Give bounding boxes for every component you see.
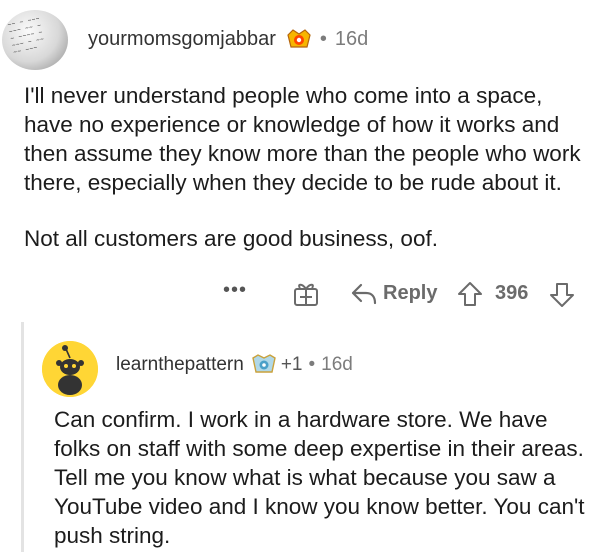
reply-user-avatar[interactable] <box>42 341 98 397</box>
award-count: +1 <box>280 354 303 375</box>
award-badge-icon <box>252 354 276 373</box>
reddit-premium-badge-icon <box>287 29 311 48</box>
upvote-arrow-icon[interactable] <box>457 281 483 307</box>
comment-header: yourmomsgomjabbar • 16d <box>88 27 368 51</box>
comment-paragraph: I'll never understand people who come in… <box>24 83 581 195</box>
timestamp: 16d <box>334 27 369 50</box>
vote-score: 396 <box>495 282 529 304</box>
comment-paragraph: Not all customers are good business, oof… <box>24 226 438 251</box>
avatar-artwork: ~~ ~ ~~~ ~~~ ~~ ~ ~ ~~~~ ~ ~~~ ~ ~~ ~~ ~~~ <box>6 14 45 57</box>
reply-paragraph: Can confirm. I work in a hardware store.… <box>54 407 585 548</box>
reply-username[interactable]: learnthepattern <box>116 354 244 376</box>
reply-arrow-icon[interactable] <box>350 282 378 306</box>
gift-icon[interactable] <box>292 281 320 307</box>
separator-dot: • <box>319 27 327 50</box>
thread-line[interactable] <box>21 322 24 552</box>
username[interactable]: yourmomsgomjabbar <box>88 28 276 51</box>
separator-dot: • <box>308 354 316 375</box>
reply-body: Can confirm. I work in a hardware store.… <box>54 405 594 550</box>
more-options-button[interactable]: ••• <box>223 279 247 302</box>
user-avatar[interactable]: ~~ ~ ~~~ ~~~ ~~ ~ ~ ~~~~ ~ ~~~ ~ ~~ ~~ ~~~ <box>2 10 68 70</box>
reply-header: learnthepattern +1 • 16d <box>116 354 353 376</box>
reply-timestamp: 16d <box>321 354 353 375</box>
downvote-arrow-icon[interactable] <box>549 282 575 308</box>
comment-body: I'll never understand people who come in… <box>24 81 589 253</box>
comment-actions: ••• Reply 396 <box>0 279 599 309</box>
reply-button[interactable]: Reply <box>383 282 437 305</box>
